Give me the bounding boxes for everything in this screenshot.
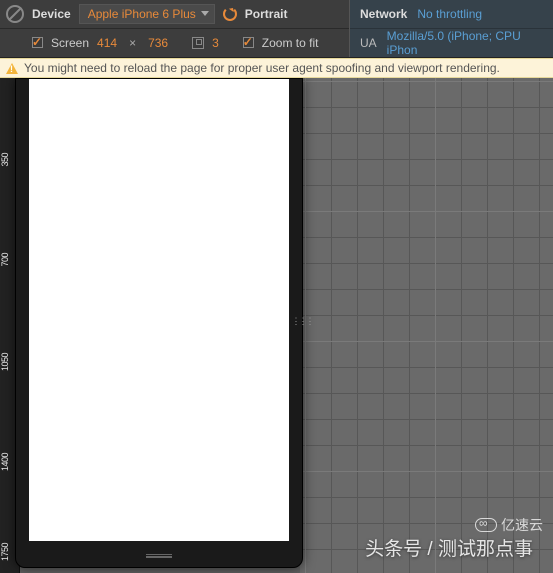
toolbar-row-2: Screen 414 × 736 3 Zoom to fit [0, 29, 349, 57]
screen-label: Screen [51, 36, 89, 50]
warning-icon [6, 63, 18, 74]
ruler-tick: 1400 [0, 453, 10, 471]
device-label: Device [32, 7, 71, 21]
device-frame [15, 78, 303, 568]
ruler-tick: 1750 [0, 543, 10, 561]
device-viewport[interactable] [29, 79, 289, 541]
ruler-tick: 700 [0, 253, 10, 267]
ua-row: UA Mozilla/5.0 (iPhone; CPU iPhon [350, 29, 553, 57]
zoom-checkbox[interactable] [243, 37, 254, 48]
rotate-icon[interactable] [223, 7, 237, 21]
screen-width[interactable]: 414 [97, 36, 117, 50]
resize-handle[interactable] [298, 309, 306, 334]
toolbar-row-1: Device Apple iPhone 6 Plus Portrait [0, 0, 349, 29]
toolbar-right: Network No throttling UA Mozilla/5.0 (iP… [350, 0, 553, 57]
toolbar-left: Device Apple iPhone 6 Plus Portrait Scre… [0, 0, 350, 57]
dpr-icon [192, 37, 204, 49]
ua-label: UA [360, 36, 377, 50]
zoom-label: Zoom to fit [262, 36, 319, 50]
network-label: Network [360, 7, 407, 21]
cancel-icon[interactable] [6, 5, 24, 23]
logo-watermark: 亿速云 [475, 515, 543, 535]
screen-checkbox[interactable] [32, 37, 43, 48]
ruler-tick: 1050 [0, 353, 10, 371]
warning-text: You might need to reload the page for pr… [24, 61, 500, 75]
network-throttle-select[interactable]: No throttling [417, 7, 482, 21]
ruler-tick: 350 [0, 153, 10, 167]
device-select[interactable]: Apple iPhone 6 Plus [79, 4, 215, 24]
ua-value[interactable]: Mozilla/5.0 (iPhone; CPU iPhon [387, 29, 543, 57]
chevron-down-icon [201, 11, 209, 16]
screen-height[interactable]: 736 [148, 36, 168, 50]
watermark-text: 头条号 / 测试那点事 [365, 534, 533, 561]
home-button-icon [146, 554, 172, 558]
network-row: Network No throttling [350, 0, 553, 29]
orientation-toggle[interactable]: Portrait [245, 7, 288, 21]
grid-background [300, 78, 553, 573]
device-emulation-workspace: 350 700 1050 1400 1750 亿速云 头条号 / 测试那点事 [0, 78, 553, 573]
warning-bar: You might need to reload the page for pr… [0, 58, 553, 78]
cloud-icon [475, 518, 497, 532]
dpr-value[interactable]: 3 [212, 36, 219, 50]
devtools-toolbar: Device Apple iPhone 6 Plus Portrait Scre… [0, 0, 553, 58]
dimension-x: × [129, 36, 136, 50]
device-value: Apple iPhone 6 Plus [88, 7, 196, 21]
